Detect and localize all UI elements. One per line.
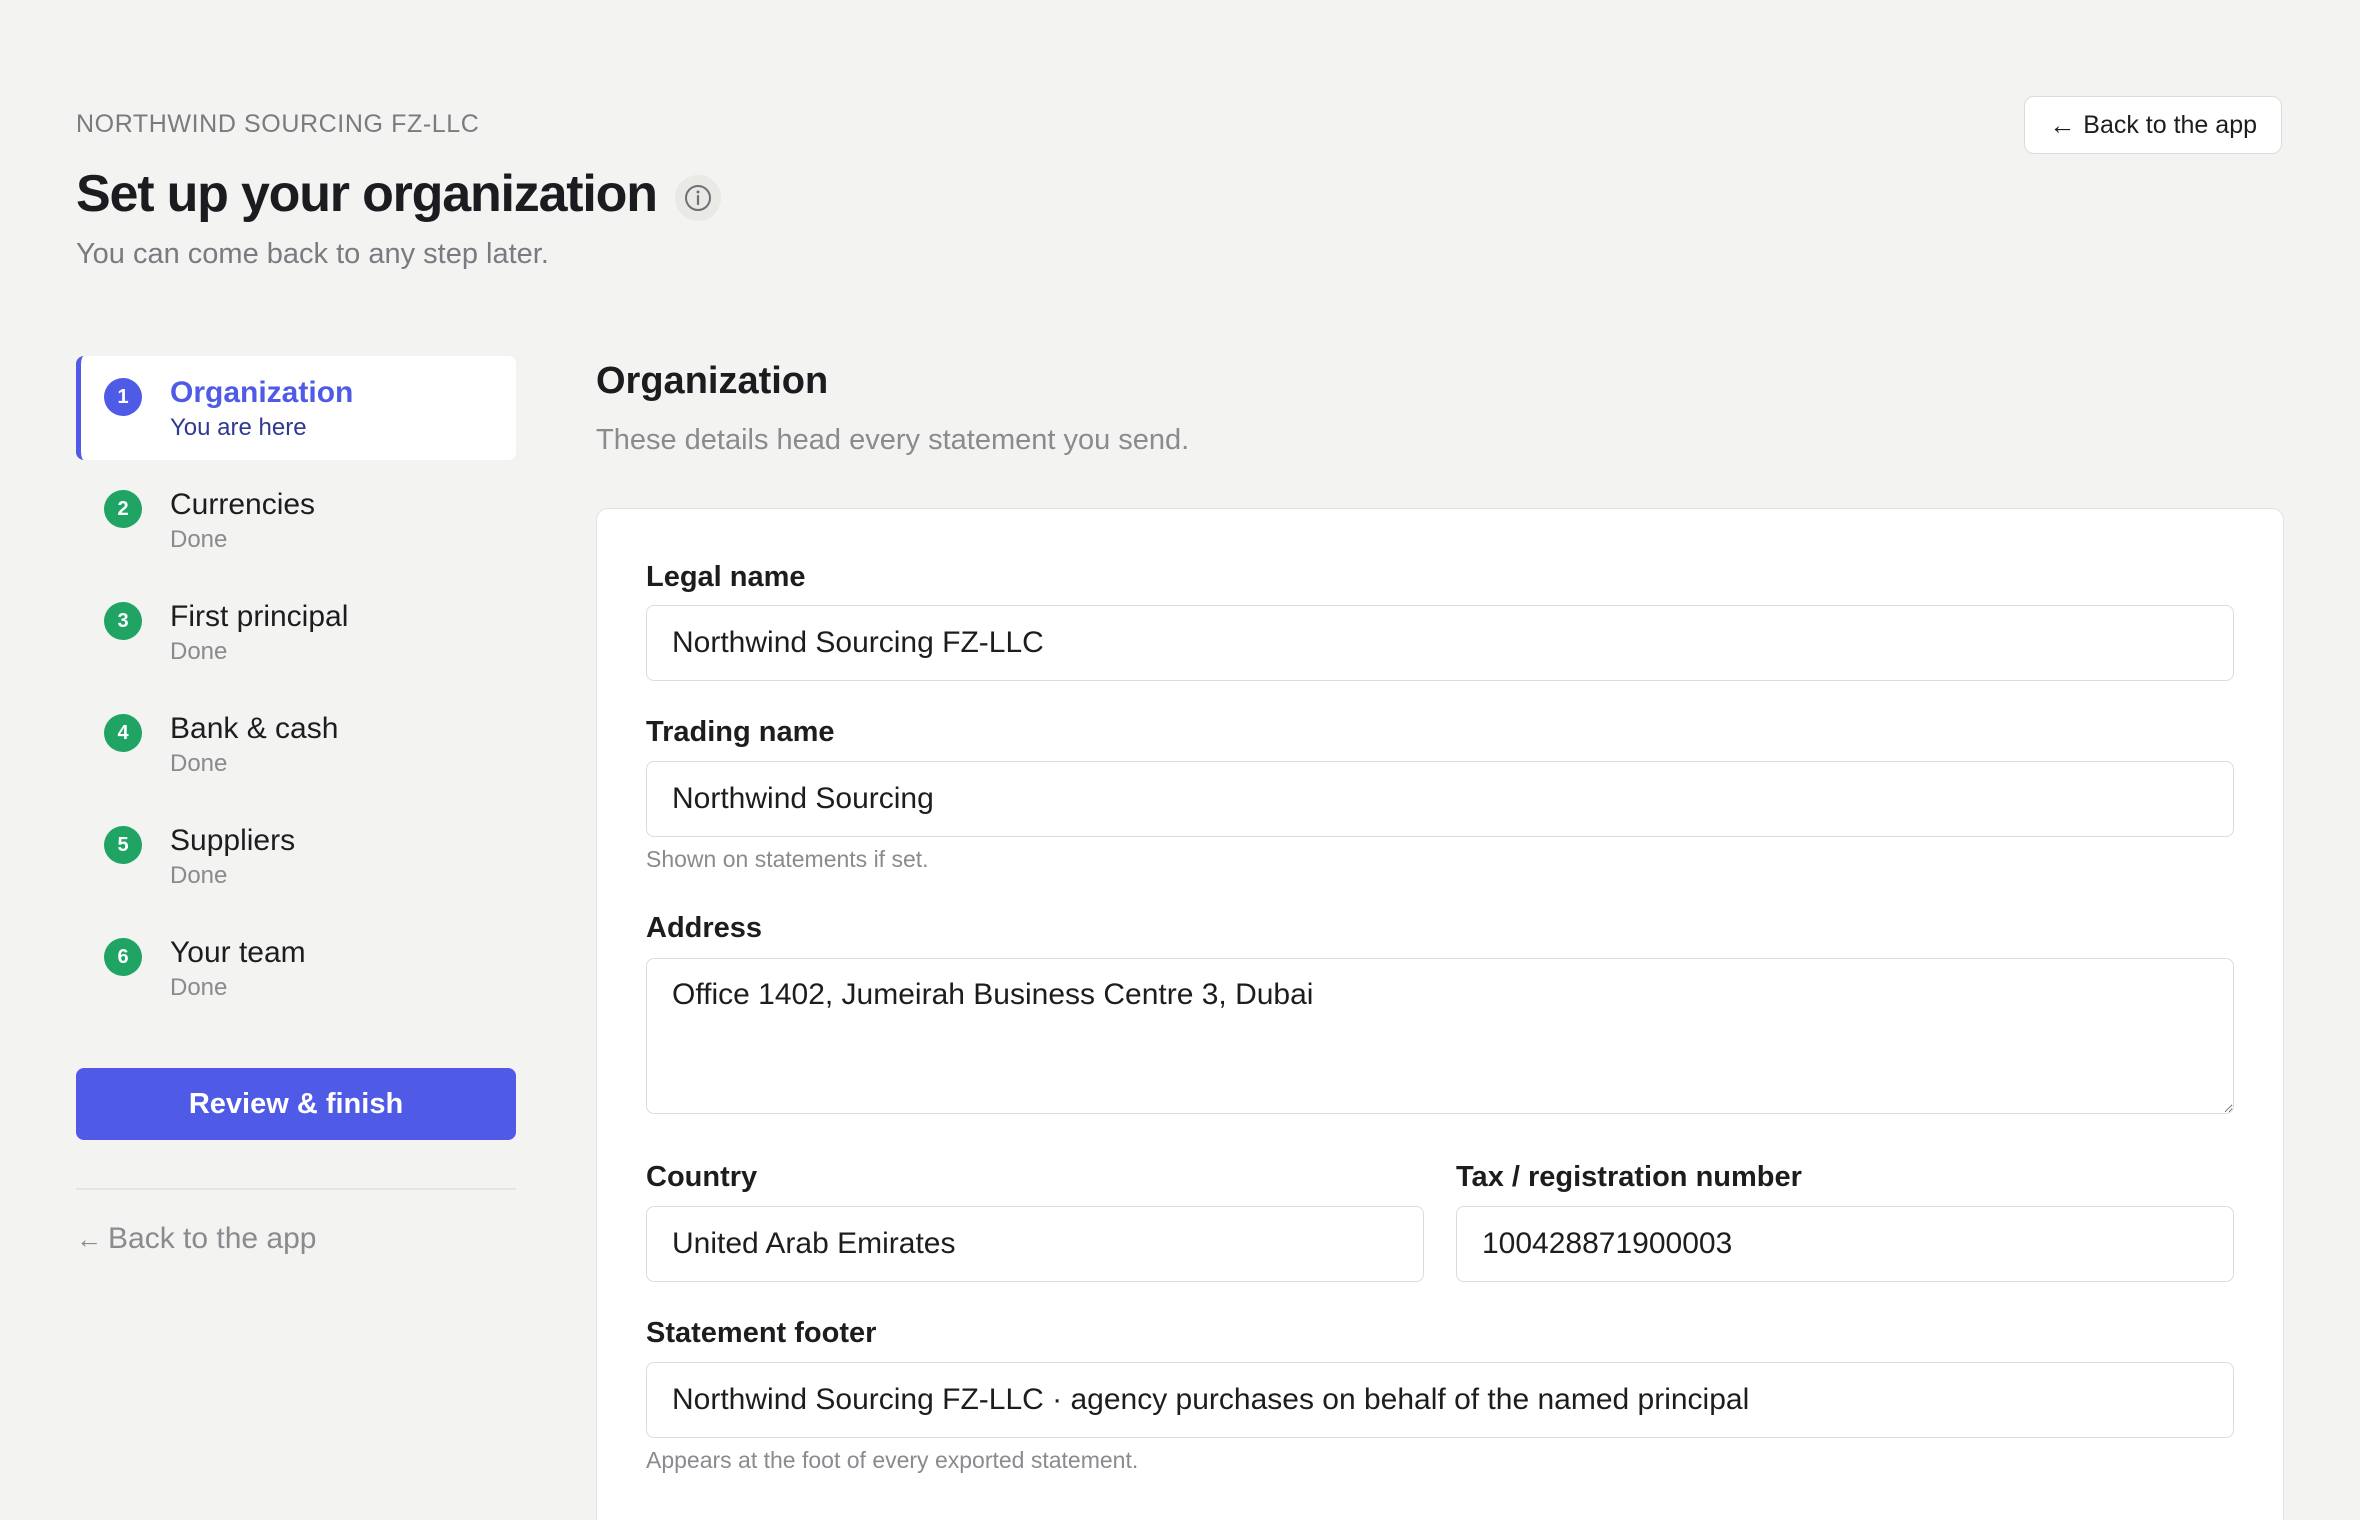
setup-page: NORTHWIND SOURCING FZ-LLC Set up your or… (0, 0, 2360, 1520)
section-title: Organization (596, 360, 829, 402)
step-suppliers[interactable]: 5 Suppliers Done (76, 804, 516, 908)
legal-name-label: Legal name (646, 561, 806, 593)
step-number-badge: 2 (104, 490, 142, 528)
step-organization[interactable]: 1 Organization You are here (76, 356, 516, 460)
info-icon[interactable] (674, 175, 721, 221)
step-status: Done (170, 750, 228, 777)
step-label: First principal (170, 600, 349, 633)
step-first-principal[interactable]: 3 First principal Done (76, 580, 516, 684)
organization-form-card: Legal name Trading name Shown on stateme… (596, 508, 2284, 1520)
step-number-badge: 5 (104, 826, 142, 864)
back-to-app-button[interactable]: ← Back to the app (2024, 96, 2282, 154)
legal-name-input[interactable] (646, 605, 2234, 681)
step-number-badge: 6 (104, 938, 142, 976)
step-status: You are here (170, 414, 307, 441)
tax-number-label: Tax / registration number (1456, 1161, 1802, 1193)
trading-name-input[interactable] (646, 761, 2234, 837)
step-number-badge: 4 (104, 714, 142, 752)
step-label: Bank & cash (170, 712, 339, 745)
address-label: Address (646, 912, 763, 944)
title-row: Set up your organization (76, 164, 721, 224)
step-label: Your team (170, 936, 306, 969)
setup-stepper: 1 Organization You are here 2 Currencies… (76, 356, 516, 1028)
sidebar-divider (76, 1188, 516, 1190)
step-bank-cash[interactable]: 4 Bank & cash Done (76, 692, 516, 796)
step-number-badge: 3 (104, 602, 142, 640)
step-label: Organization (170, 376, 354, 409)
step-status: Done (170, 974, 228, 1001)
section-description: These details head every statement you s… (596, 424, 1190, 456)
step-your-team[interactable]: 6 Your team Done (76, 916, 516, 1020)
org-name: NORTHWIND SOURCING FZ-LLC (76, 110, 480, 138)
tax-number-input[interactable] (1456, 1206, 2234, 1282)
step-status: Done (170, 862, 228, 889)
country-input[interactable] (646, 1206, 1424, 1282)
trading-name-hint: Shown on statements if set. (646, 846, 929, 872)
step-label: Suppliers (170, 824, 296, 857)
statement-footer-hint: Appears at the foot of every exported st… (646, 1447, 1139, 1473)
page-title: Set up your organization (76, 165, 658, 223)
arrow-left-icon: ← (2049, 110, 2076, 140)
back-to-app-label: Back to the app (2083, 110, 2257, 139)
step-label: Currencies (170, 488, 316, 521)
step-currencies[interactable]: 2 Currencies Done (76, 468, 516, 572)
page-subtitle: You can come back to any step later. (76, 238, 549, 270)
review-finish-button[interactable]: Review & finish (76, 1068, 516, 1140)
step-status: Done (170, 526, 228, 553)
arrow-left-icon: ← (76, 1224, 102, 1254)
back-to-app-link-label: Back to the app (108, 1222, 317, 1255)
statement-footer-input[interactable] (646, 1362, 2234, 1438)
step-status: Done (170, 638, 228, 665)
step-number-badge: 1 (104, 378, 142, 416)
address-textarea[interactable]: Office 1402, Jumeirah Business Centre 3,… (646, 958, 2234, 1114)
statement-footer-label: Statement footer (646, 1317, 877, 1349)
trading-name-label: Trading name (646, 716, 835, 748)
country-label: Country (646, 1161, 758, 1193)
back-to-app-link[interactable]: ← Back to the app (76, 1222, 316, 1256)
